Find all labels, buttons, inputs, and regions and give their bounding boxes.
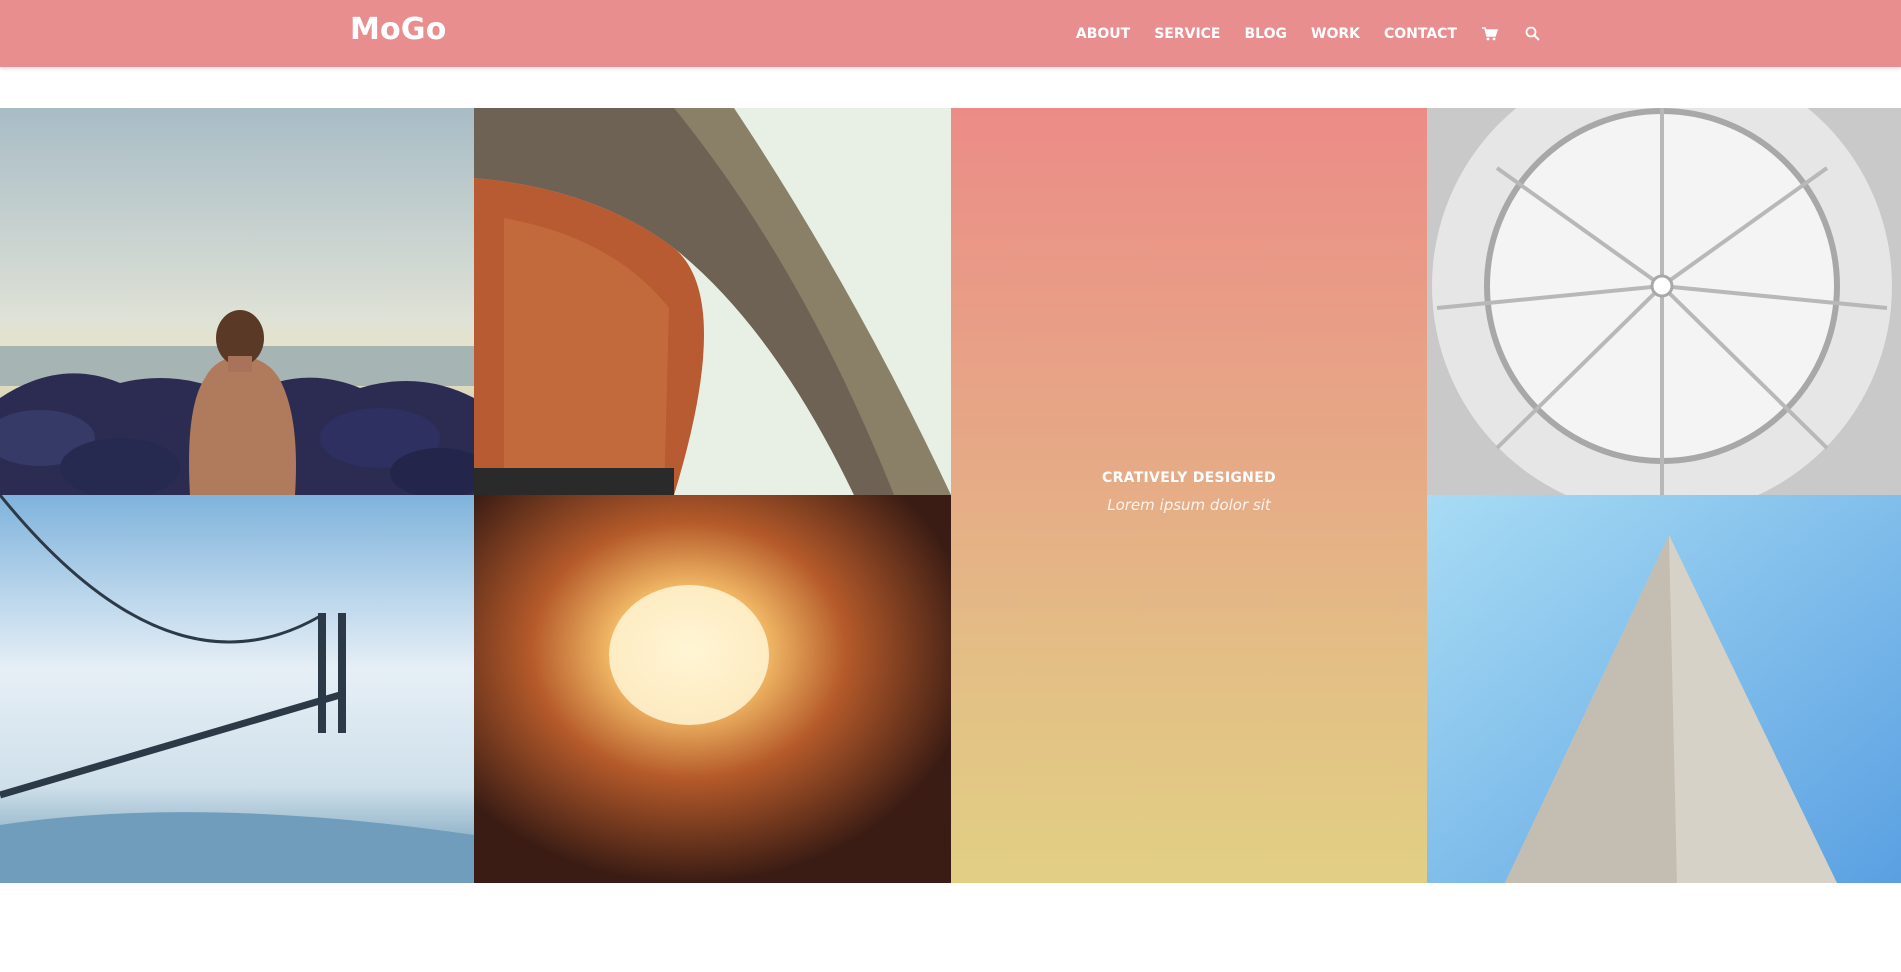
- feature-subtitle: Lorem ipsum dolor sit: [1107, 496, 1271, 514]
- photo-skyscraper[interactable]: [1427, 495, 1901, 883]
- main-nav: ABOUT SERVICE BLOG WORK CONTACT: [1052, 0, 1541, 67]
- photo-man-on-rocks[interactable]: [0, 108, 474, 495]
- photo-courtyard-sky[interactable]: [474, 495, 951, 883]
- nav-contact[interactable]: CONTACT: [1384, 26, 1457, 42]
- photo-bridge-fog[interactable]: [0, 495, 474, 883]
- feature-tile[interactable]: CRATIVELY DESIGNED Lorem ipsum dolor sit: [951, 108, 1427, 883]
- nav-blog[interactable]: BLOG: [1245, 26, 1288, 42]
- photo-gallery: CRATIVELY DESIGNED Lorem ipsum dolor sit: [0, 108, 1901, 883]
- feature-caption: CRATIVELY DESIGNED Lorem ipsum dolor sit: [951, 470, 1427, 514]
- nav-service[interactable]: SERVICE: [1154, 26, 1220, 42]
- nav-about[interactable]: ABOUT: [1076, 26, 1130, 42]
- site-header: MoGo ABOUT SERVICE BLOG WORK CONTACT: [0, 0, 1901, 67]
- photo-glass-dome[interactable]: [1427, 108, 1901, 495]
- photo-curved-architecture[interactable]: [474, 108, 951, 495]
- site-logo[interactable]: MoGo: [350, 12, 447, 47]
- cart-icon[interactable]: [1481, 25, 1499, 43]
- search-icon[interactable]: [1523, 25, 1541, 43]
- feature-title: CRATIVELY DESIGNED: [1102, 470, 1276, 486]
- nav-work[interactable]: WORK: [1311, 26, 1360, 42]
